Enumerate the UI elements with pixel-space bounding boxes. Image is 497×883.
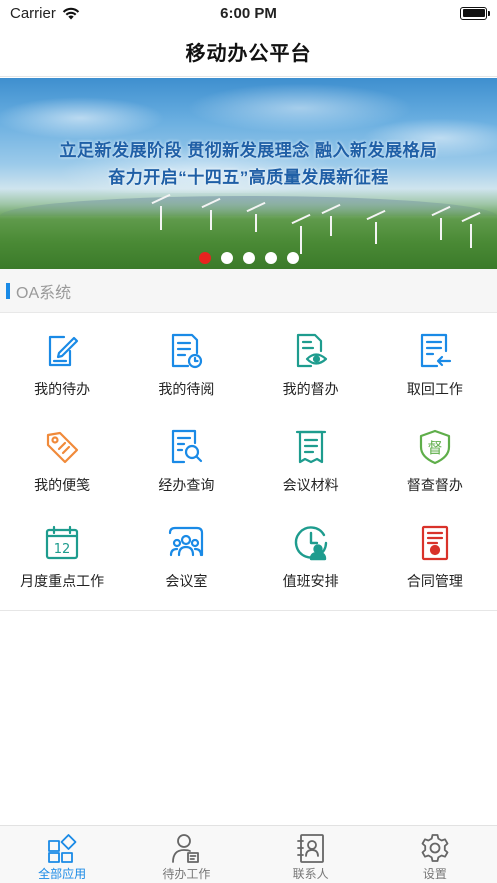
app-label: 督查督办 xyxy=(406,477,463,493)
scroll-icon xyxy=(295,430,326,464)
wind-turbine xyxy=(375,222,377,244)
supervise-badge-icon: 督 xyxy=(419,429,450,465)
section-title: OA系统 xyxy=(16,284,72,302)
banner-slogan-line-2: 奋力开启“十四五”高质量发展新征程 xyxy=(108,168,389,187)
wifi-icon xyxy=(62,7,80,19)
carousel-dot[interactable] xyxy=(242,252,255,264)
app-label: 经办查询 xyxy=(158,477,215,493)
wind-turbine xyxy=(160,206,162,230)
tag-icon xyxy=(47,431,79,464)
wind-turbine xyxy=(440,218,442,240)
nav-bar: 移动办公平台 xyxy=(0,26,497,77)
carousel-dot[interactable] xyxy=(198,252,211,264)
tab-all-apps[interactable]: 全部应用 xyxy=(0,826,124,883)
app-my-todo[interactable]: 我的待办 xyxy=(0,319,124,415)
banner-carousel[interactable]: 立足新发展阶段 贯彻新发展理念 融入新发展格局 奋力开启“十四五”高质量发展新征… xyxy=(0,78,497,269)
app-grid: 我的待办 我的待阅 我的督办 取回工作 我的便笺 经办查询 会议材料 督 督查督… xyxy=(0,313,497,611)
wind-turbine xyxy=(300,226,302,254)
meeting-room-icon xyxy=(169,526,204,557)
apps-grid-icon xyxy=(48,834,77,863)
app-handled-query[interactable]: 经办查询 xyxy=(124,415,248,511)
banner-slogan-line-1: 立足新发展阶段 贯彻新发展理念 融入新发展格局 xyxy=(59,141,438,160)
carousel-dot[interactable] xyxy=(264,252,277,264)
app-label: 月度重点工作 xyxy=(20,573,105,589)
user-task-icon xyxy=(172,834,200,863)
app-label: 我的待办 xyxy=(34,381,91,397)
calendar-12-icon: 12 xyxy=(46,525,79,560)
app-retrieve-work[interactable]: 取回工作 xyxy=(373,319,497,415)
carousel-dot[interactable] xyxy=(220,252,233,264)
edit-document-icon xyxy=(49,335,79,367)
app-inspection-supervise[interactable]: 督 督查督办 xyxy=(373,415,497,511)
carrier-label: Carrier xyxy=(10,4,56,22)
app-my-supervise[interactable]: 我的督办 xyxy=(249,319,373,415)
tab-contacts[interactable]: 联系人 xyxy=(249,826,373,883)
app-contract-management[interactable]: 合同管理 xyxy=(373,511,497,607)
app-duty-schedule[interactable]: 值班安排 xyxy=(249,511,373,607)
document-eye-icon xyxy=(296,333,327,368)
tab-bar: 全部应用 待办工作 联系人 设置 xyxy=(0,825,497,883)
contract-icon xyxy=(421,525,448,561)
tab-settings[interactable]: 设置 xyxy=(373,826,497,883)
app-my-toread[interactable]: 我的待阅 xyxy=(124,319,248,415)
section-header-oa: OA系统 xyxy=(0,269,497,313)
app-label: 会议材料 xyxy=(282,477,339,493)
document-return-icon xyxy=(420,333,451,368)
gear-icon xyxy=(421,834,449,862)
app-label: 合同管理 xyxy=(406,573,463,589)
app-label: 取回工作 xyxy=(406,381,463,397)
contacts-icon xyxy=(296,834,324,863)
document-search-icon xyxy=(172,429,203,464)
wind-turbine xyxy=(330,216,332,236)
app-monthly-key-work[interactable]: 12 月度重点工作 xyxy=(0,511,124,607)
status-left: Carrier xyxy=(10,5,80,22)
app-my-notes[interactable]: 我的便笺 xyxy=(0,415,124,511)
tab-label: 待办工作 xyxy=(162,867,211,881)
page-title: 移动办公平台 xyxy=(185,42,312,65)
wind-turbine xyxy=(210,210,212,230)
carousel-dot[interactable] xyxy=(286,252,299,264)
wind-turbine xyxy=(470,224,472,248)
banner-hills xyxy=(0,196,497,216)
app-label: 值班安排 xyxy=(282,573,339,589)
battery-icon xyxy=(460,6,490,20)
app-label: 我的督办 xyxy=(282,381,339,397)
app-meeting-materials[interactable]: 会议材料 xyxy=(249,415,373,511)
tab-label: 全部应用 xyxy=(38,867,87,881)
app-meeting-room[interactable]: 会议室 xyxy=(124,511,248,607)
svg-text:12: 12 xyxy=(54,542,71,557)
section-accent-bar xyxy=(6,282,10,299)
tab-label: 设置 xyxy=(422,867,447,881)
app-label: 我的便笺 xyxy=(34,477,91,493)
svg-text:督: 督 xyxy=(427,439,442,457)
duty-clock-icon xyxy=(294,526,327,561)
tab-label: 联系人 xyxy=(292,867,329,881)
document-clock-icon xyxy=(172,333,203,369)
status-bar: Carrier 6:00 PM xyxy=(0,0,497,26)
tab-pending-work[interactable]: 待办工作 xyxy=(124,826,248,883)
app-label: 我的待阅 xyxy=(158,381,215,397)
wind-turbine xyxy=(255,214,257,232)
app-label: 会议室 xyxy=(165,573,208,589)
carousel-dots xyxy=(0,252,497,264)
